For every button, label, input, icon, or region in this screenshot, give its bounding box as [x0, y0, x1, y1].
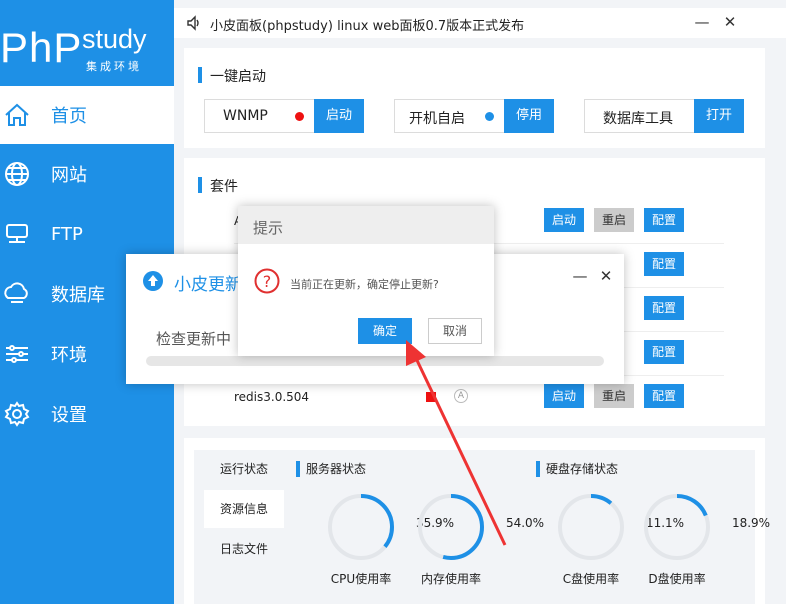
section-title: 套件 [198, 176, 238, 196]
home-icon [3, 101, 31, 129]
confirm-header: 提示 [238, 206, 494, 244]
tab-log-files[interactable]: 日志文件 [204, 530, 284, 568]
database-icon [3, 280, 31, 308]
memory-label: 内存使用率 [420, 572, 481, 586]
title-bar: 小皮面板(phpstudy) linux web面板0.7版本正式发布 — ✕ [174, 8, 786, 38]
section-title: 一键启动 [198, 66, 266, 86]
status-dot [485, 112, 494, 121]
sidebar-item-label: 网站 [51, 165, 87, 186]
announcement-text[interactable]: 小皮面板(phpstudy) linux web面板0.7版本正式发布 [210, 15, 524, 34]
service-name: redis3.0.504 [234, 390, 310, 404]
server-icon [3, 220, 31, 248]
wnmp-label: WNMP [223, 108, 268, 124]
start-button[interactable]: 启动 [544, 208, 584, 232]
update-close-button[interactable]: ✕ [598, 268, 614, 284]
logo-php-text: PhP [0, 24, 83, 71]
question-icon: ? [254, 268, 280, 294]
sidebar-item-home[interactable]: 首页 [0, 86, 174, 144]
svg-text:?: ? [263, 272, 272, 291]
sidebar-item-label: 环境 [51, 345, 87, 366]
wnmp-box: WNMP 启动 [204, 99, 364, 133]
restart-button[interactable]: 重启 [594, 384, 634, 408]
logo: PhP study 集成环境 [0, 22, 174, 82]
c-drive-label: C盘使用率 [562, 572, 620, 586]
d-drive-value: 18.9% [731, 516, 771, 530]
logo-study-text: study [82, 24, 147, 54]
sliders-icon [3, 340, 31, 368]
c-drive-gauge: 11.1% C盘使用率 [554, 490, 684, 586]
confirm-title: 提示 [253, 219, 284, 237]
d-drive-label: D盘使用率 [648, 572, 706, 586]
logo-subtitle: 集成环境 [86, 60, 142, 73]
update-minimize-button[interactable]: — [572, 268, 588, 284]
sidebar-item-label: 设置 [51, 405, 87, 426]
memory-value: 54.0% [505, 516, 545, 530]
update-status-text: 检查更新中 [156, 330, 232, 348]
config-button[interactable]: 配置 [644, 384, 684, 408]
confirm-message: 当前正在更新，确定停止更新? [290, 278, 439, 291]
confirm-dialog: 提示 ? 当前正在更新，确定停止更新? 确定 取消 [238, 206, 494, 356]
sidebar-item-label: 首页 [51, 106, 87, 127]
d-drive-gauge: 18.9% D盘使用率 [640, 490, 770, 586]
stats-panel: 运行状态 资源信息 日志文件 服务器状态 硬盘存储状态 35.9% CPU使用率… [184, 438, 770, 604]
sidebar-item-label: 数据库 [51, 285, 105, 306]
status-dot [295, 112, 304, 121]
autostart-box: 开机自启 停用 [394, 99, 554, 133]
sidebar-item-settings[interactable]: 设置 [0, 385, 174, 443]
memory-gauge: 54.0% 内存使用率 [414, 490, 544, 586]
db-tool-box: 数据库工具 打开 [584, 99, 744, 133]
config-button[interactable]: 配置 [644, 252, 684, 276]
sidebar-item-label: FTP [51, 223, 83, 245]
server-status-title: 服务器状态 [296, 460, 366, 477]
speaker-icon [186, 15, 202, 35]
autostart-label: 开机自启 [409, 111, 465, 127]
restart-button[interactable]: 重启 [594, 208, 634, 232]
db-tool-label: 数据库工具 [603, 111, 673, 127]
stopped-indicator [426, 392, 436, 402]
gear-icon [3, 400, 31, 428]
tab-resource-info[interactable]: 资源信息 [204, 490, 284, 528]
config-button[interactable]: 配置 [644, 340, 684, 364]
tab-running-status[interactable]: 运行状态 [204, 450, 284, 488]
quick-start-panel: 一键启动 WNMP 启动 开机自启 停用 数据库工具 打开 [184, 48, 765, 148]
cpu-gauge: 35.9% CPU使用率 [324, 490, 454, 586]
upload-icon [142, 270, 164, 296]
minimize-button[interactable]: — [694, 14, 710, 30]
update-dialog-title: 小皮更新 [174, 275, 242, 295]
update-progress-bar [146, 356, 604, 366]
config-button[interactable]: 配置 [644, 208, 684, 232]
wnmp-start-button[interactable]: 启动 [314, 99, 364, 133]
start-button[interactable]: 启动 [544, 384, 584, 408]
config-button[interactable]: 配置 [644, 296, 684, 320]
confirm-ok-button[interactable]: 确定 [358, 318, 412, 344]
confirm-cancel-button[interactable]: 取消 [428, 318, 482, 344]
cpu-label: CPU使用率 [330, 572, 392, 586]
disk-status-title: 硬盘存储状态 [536, 460, 618, 477]
letter-a-icon: A [454, 389, 468, 403]
close-button[interactable]: ✕ [722, 14, 738, 30]
autostart-disable-button[interactable]: 停用 [504, 99, 554, 133]
db-tool-open-button[interactable]: 打开 [694, 99, 744, 133]
sidebar-item-website[interactable]: 网站 [0, 145, 174, 203]
globe-icon [3, 160, 31, 188]
